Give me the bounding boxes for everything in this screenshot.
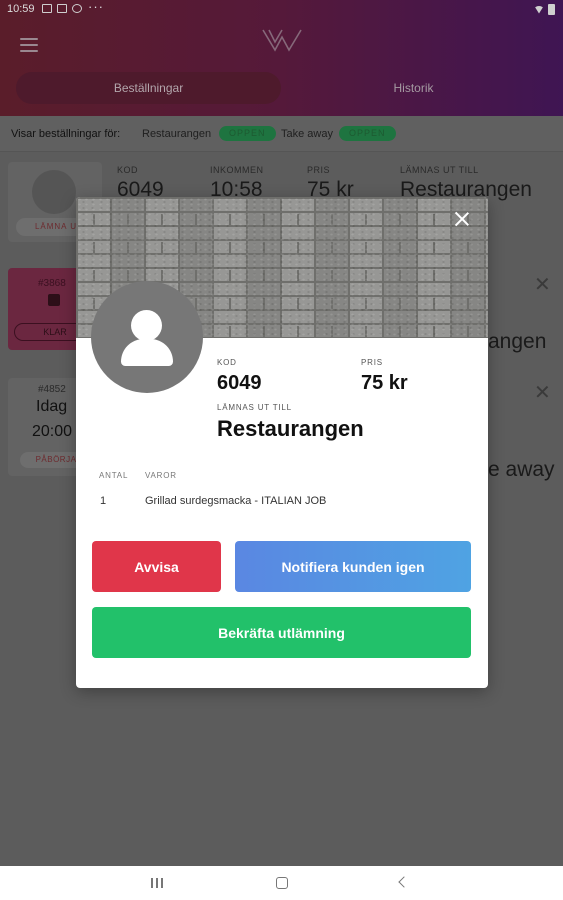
code-label: KOD bbox=[217, 358, 237, 367]
filter-label: Visar beställningar för: bbox=[11, 128, 121, 140]
recent-apps-icon[interactable] bbox=[151, 878, 163, 888]
bg-code-label: KOD bbox=[117, 165, 139, 175]
close-icon[interactable] bbox=[452, 209, 472, 229]
system-navigation-bar bbox=[0, 866, 563, 900]
status-system-icons bbox=[534, 4, 555, 15]
avatar bbox=[32, 170, 76, 214]
lock-icon bbox=[48, 294, 60, 306]
dismiss-order-icon[interactable]: ✕ bbox=[534, 380, 551, 405]
bg-price-label: PRIS bbox=[307, 165, 331, 175]
quantity-column-header: ANTAL bbox=[99, 471, 129, 480]
status-badge-takeaway: OPPEN bbox=[339, 126, 396, 141]
price-value: 75 kr bbox=[361, 372, 408, 394]
back-icon[interactable] bbox=[398, 876, 410, 888]
settings-icon bbox=[72, 4, 82, 13]
screen-icon bbox=[57, 4, 67, 13]
hamburger-menu-icon[interactable] bbox=[20, 38, 38, 52]
tab-orders[interactable]: Beställningar bbox=[16, 72, 281, 104]
delivered-to-value: Restaurangen bbox=[217, 416, 364, 441]
status-time: 10:59 bbox=[7, 3, 35, 15]
tab-history[interactable]: Historik bbox=[281, 72, 546, 104]
order-tabs: Beställningar Historik bbox=[16, 72, 546, 104]
more-notifications-indicator: ··· bbox=[88, 0, 104, 14]
order-time: 20:00 bbox=[32, 423, 73, 440]
confirm-handover-button[interactable]: Bekräfta utlämning bbox=[92, 607, 471, 658]
filter-restaurant-label[interactable]: Restaurangen bbox=[142, 128, 211, 140]
wifi-icon bbox=[534, 5, 544, 14]
app-header: 10:59 ··· Beställningar Historik bbox=[0, 0, 563, 116]
status-notification-icons bbox=[42, 4, 82, 13]
w-logo-icon bbox=[262, 29, 302, 52]
photo-icon bbox=[42, 4, 52, 13]
delivered-to-label: LÄMNAS UT TILL bbox=[217, 403, 292, 412]
order-number: #4852 bbox=[38, 384, 66, 395]
order-detail-modal: KOD 6049 PRIS 75 kr LÄMNAS UT TILL Resta… bbox=[76, 197, 488, 688]
user-icon bbox=[131, 310, 162, 341]
notify-customer-button[interactable]: Notifiera kunden igen bbox=[235, 541, 471, 592]
filter-bar: Visar beställningar för: Restaurangen OP… bbox=[0, 116, 563, 152]
price-label: PRIS bbox=[361, 358, 383, 367]
bg-delivered-value-3: e away bbox=[488, 458, 555, 481]
status-bar: 10:59 ··· bbox=[0, 0, 563, 20]
reject-button[interactable]: Avvisa bbox=[92, 541, 221, 592]
dismiss-order-icon[interactable]: ✕ bbox=[534, 272, 551, 297]
bg-delivered-label: LÄMNAS UT TILL bbox=[400, 165, 479, 175]
item-quantity: 1 bbox=[100, 495, 107, 507]
avatar bbox=[91, 281, 203, 393]
code-value: 6049 bbox=[217, 372, 262, 394]
filter-takeaway-label[interactable]: Take away bbox=[281, 128, 333, 140]
bg-received-label: INKOMMEN bbox=[210, 165, 264, 175]
order-day: Idag bbox=[36, 398, 68, 415]
order-number: #3868 bbox=[38, 278, 66, 289]
items-column-header: VAROR bbox=[145, 471, 177, 480]
bg-delivered-value-2: angen bbox=[488, 330, 547, 353]
home-icon[interactable] bbox=[276, 877, 288, 889]
item-name: Grillad surdegsmacka - ITALIAN JOB bbox=[145, 495, 327, 507]
battery-icon bbox=[548, 4, 555, 15]
status-badge-restaurant: OPPEN bbox=[219, 126, 276, 141]
